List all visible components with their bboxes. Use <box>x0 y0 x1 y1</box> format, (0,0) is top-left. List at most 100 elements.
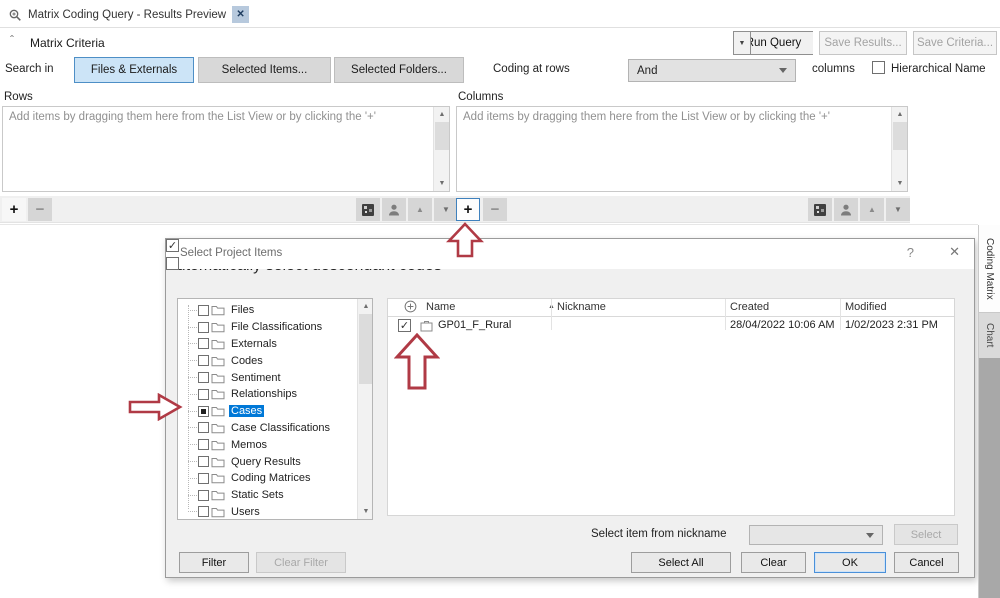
run-query-dropdown-icon[interactable]: ▼ <box>733 31 751 55</box>
columns-person-icon-button[interactable] <box>834 198 858 221</box>
rows-scrollbar[interactable]: ▲ ▼ <box>433 107 449 191</box>
tree-items: Files File Classifications Externals Cod… <box>178 302 356 520</box>
dialog-title: Select Project Items <box>180 247 282 259</box>
checkbox-icon[interactable] <box>198 473 209 484</box>
tree-item-query-results[interactable]: Query Results <box>178 453 356 470</box>
expand-all-icon[interactable] <box>404 300 417 316</box>
collapse-icon[interactable]: ˆ <box>10 33 14 47</box>
selected-folders-button[interactable]: Selected Folders... <box>334 57 464 83</box>
tree-item-users[interactable]: Users <box>178 504 356 520</box>
scroll-thumb[interactable] <box>893 122 907 150</box>
row-checkbox[interactable] <box>398 319 411 332</box>
folder-icon <box>211 472 225 484</box>
project-items-table[interactable]: Name ▲ Nickname Created Modified GP01_F_… <box>387 298 955 516</box>
checkbox-icon[interactable] <box>198 372 209 383</box>
operator-dropdown[interactable]: And <box>628 59 796 82</box>
rows-panel[interactable]: Add items by dragging them here from the… <box>2 106 450 192</box>
column-header-nickname[interactable]: Nickname <box>557 301 606 313</box>
tab-matrix-coding-query[interactable]: Matrix Coding Query - Results Preview ✕ <box>2 2 255 27</box>
table-row[interactable]: GP01_F_Rural 28/04/2022 10:06 AM 1/02/20… <box>388 317 954 335</box>
auto-descendant-checkbox[interactable] <box>166 257 179 270</box>
rows-grid-icon-button[interactable] <box>356 198 380 221</box>
nickname-label: Select item from nickname <box>591 528 727 540</box>
scroll-thumb[interactable] <box>435 122 449 150</box>
checkbox-icon[interactable] <box>198 338 209 349</box>
rows-label: Rows <box>4 91 33 103</box>
remove-rows-button[interactable]: − <box>28 198 52 221</box>
checkbox-icon[interactable] <box>198 322 209 333</box>
cancel-button[interactable]: Cancel <box>894 552 959 573</box>
tab-coding-matrix[interactable]: Coding Matrix <box>978 225 1000 313</box>
clear-filter-button[interactable]: Clear Filter <box>256 552 346 573</box>
person-icon <box>387 203 401 217</box>
scroll-up-icon[interactable]: ▲ <box>358 299 373 314</box>
tree-item-file-classifications[interactable]: File Classifications <box>178 319 356 336</box>
rows-person-icon-button[interactable] <box>382 198 406 221</box>
tree-item-codes[interactable]: Codes <box>178 352 356 369</box>
folder-icon <box>211 439 225 451</box>
select-all-button[interactable]: Select All <box>631 552 731 573</box>
tree-item-relationships[interactable]: Relationships <box>178 386 356 403</box>
folder-icon <box>211 506 225 518</box>
scroll-up-icon[interactable]: ▲ <box>434 107 450 122</box>
tree-item-externals[interactable]: Externals <box>178 336 356 353</box>
column-header-modified[interactable]: Modified <box>845 301 887 313</box>
dialog-titlebar[interactable]: Select Project Items ? ✕ <box>166 239 974 269</box>
table-header-row[interactable]: Name ▲ Nickname Created Modified <box>388 299 954 317</box>
filter-button[interactable]: Filter <box>179 552 249 573</box>
ok-button[interactable]: OK <box>814 552 886 573</box>
remove-columns-button[interactable]: − <box>483 198 507 221</box>
checkbox-icon[interactable] <box>198 490 209 501</box>
scroll-up-icon[interactable]: ▲ <box>892 107 908 122</box>
selected-items-button[interactable]: Selected Items... <box>198 57 331 83</box>
tree-item-coding-matrices[interactable]: Coding Matrices <box>178 470 356 487</box>
row-modified: 1/02/2023 2:31 PM <box>845 319 938 331</box>
checkbox-icon[interactable] <box>198 439 209 450</box>
grid-icon <box>361 203 375 217</box>
add-rows-button[interactable]: + <box>2 198 26 221</box>
rows-move-up-button[interactable]: ▲ <box>408 198 432 221</box>
checkbox-icon[interactable] <box>198 456 209 467</box>
rows-move-down-button[interactable]: ▼ <box>434 198 458 221</box>
checkbox-icon[interactable] <box>198 355 209 366</box>
columns-scrollbar[interactable]: ▲ ▼ <box>891 107 907 191</box>
close-icon[interactable]: ✕ <box>232 6 249 23</box>
files-externals-button[interactable]: Files & Externals <box>74 57 194 83</box>
auto-subfolders-checkbox[interactable] <box>166 239 179 252</box>
columns-move-down-button[interactable]: ▼ <box>886 198 910 221</box>
scroll-down-icon[interactable]: ▼ <box>358 504 373 519</box>
select-button[interactable]: Select <box>894 524 958 545</box>
nickname-dropdown[interactable] <box>749 525 883 545</box>
checkbox-icon[interactable] <box>198 305 209 316</box>
save-results-button[interactable]: Save Results... <box>819 31 907 55</box>
tree-item-files[interactable]: Files <box>178 302 356 319</box>
tree-item-static-sets[interactable]: Static Sets <box>178 487 356 504</box>
grid-icon <box>813 203 827 217</box>
dialog-close-icon[interactable]: ✕ <box>949 244 960 260</box>
checkbox-icon[interactable] <box>198 422 209 433</box>
save-criteria-button[interactable]: Save Criteria... <box>913 31 997 55</box>
hierarchical-name-checkbox[interactable] <box>872 61 885 74</box>
tree-item-case-classifications[interactable]: Case Classifications <box>178 420 356 437</box>
columns-grid-icon-button[interactable] <box>808 198 832 221</box>
clear-button[interactable]: Clear <box>741 552 806 573</box>
column-header-created[interactable]: Created <box>730 301 769 313</box>
tree-scrollbar[interactable]: ▲ ▼ <box>357 299 372 519</box>
scroll-thumb[interactable] <box>359 314 372 384</box>
columns-move-up-button[interactable]: ▲ <box>860 198 884 221</box>
columns-panel[interactable]: Add items by dragging them here from the… <box>456 106 908 192</box>
project-folder-tree[interactable]: Files File Classifications Externals Cod… <box>177 298 373 520</box>
tab-chart[interactable]: Chart <box>978 313 1000 358</box>
checkbox-icon[interactable] <box>198 389 209 400</box>
checkbox-icon[interactable] <box>198 506 209 517</box>
add-columns-button[interactable]: + <box>456 198 480 221</box>
tree-item-sentiment[interactable]: Sentiment <box>178 369 356 386</box>
tree-item-memos[interactable]: Memos <box>178 436 356 453</box>
help-icon[interactable]: ? <box>907 245 914 260</box>
scroll-down-icon[interactable]: ▼ <box>892 176 908 191</box>
column-header-name[interactable]: Name <box>426 301 455 313</box>
arrow-down-icon: ▼ <box>894 205 902 214</box>
scroll-down-icon[interactable]: ▼ <box>434 176 450 191</box>
checkbox-partial-icon[interactable] <box>198 406 209 417</box>
tree-item-cases[interactable]: Cases <box>178 403 356 420</box>
